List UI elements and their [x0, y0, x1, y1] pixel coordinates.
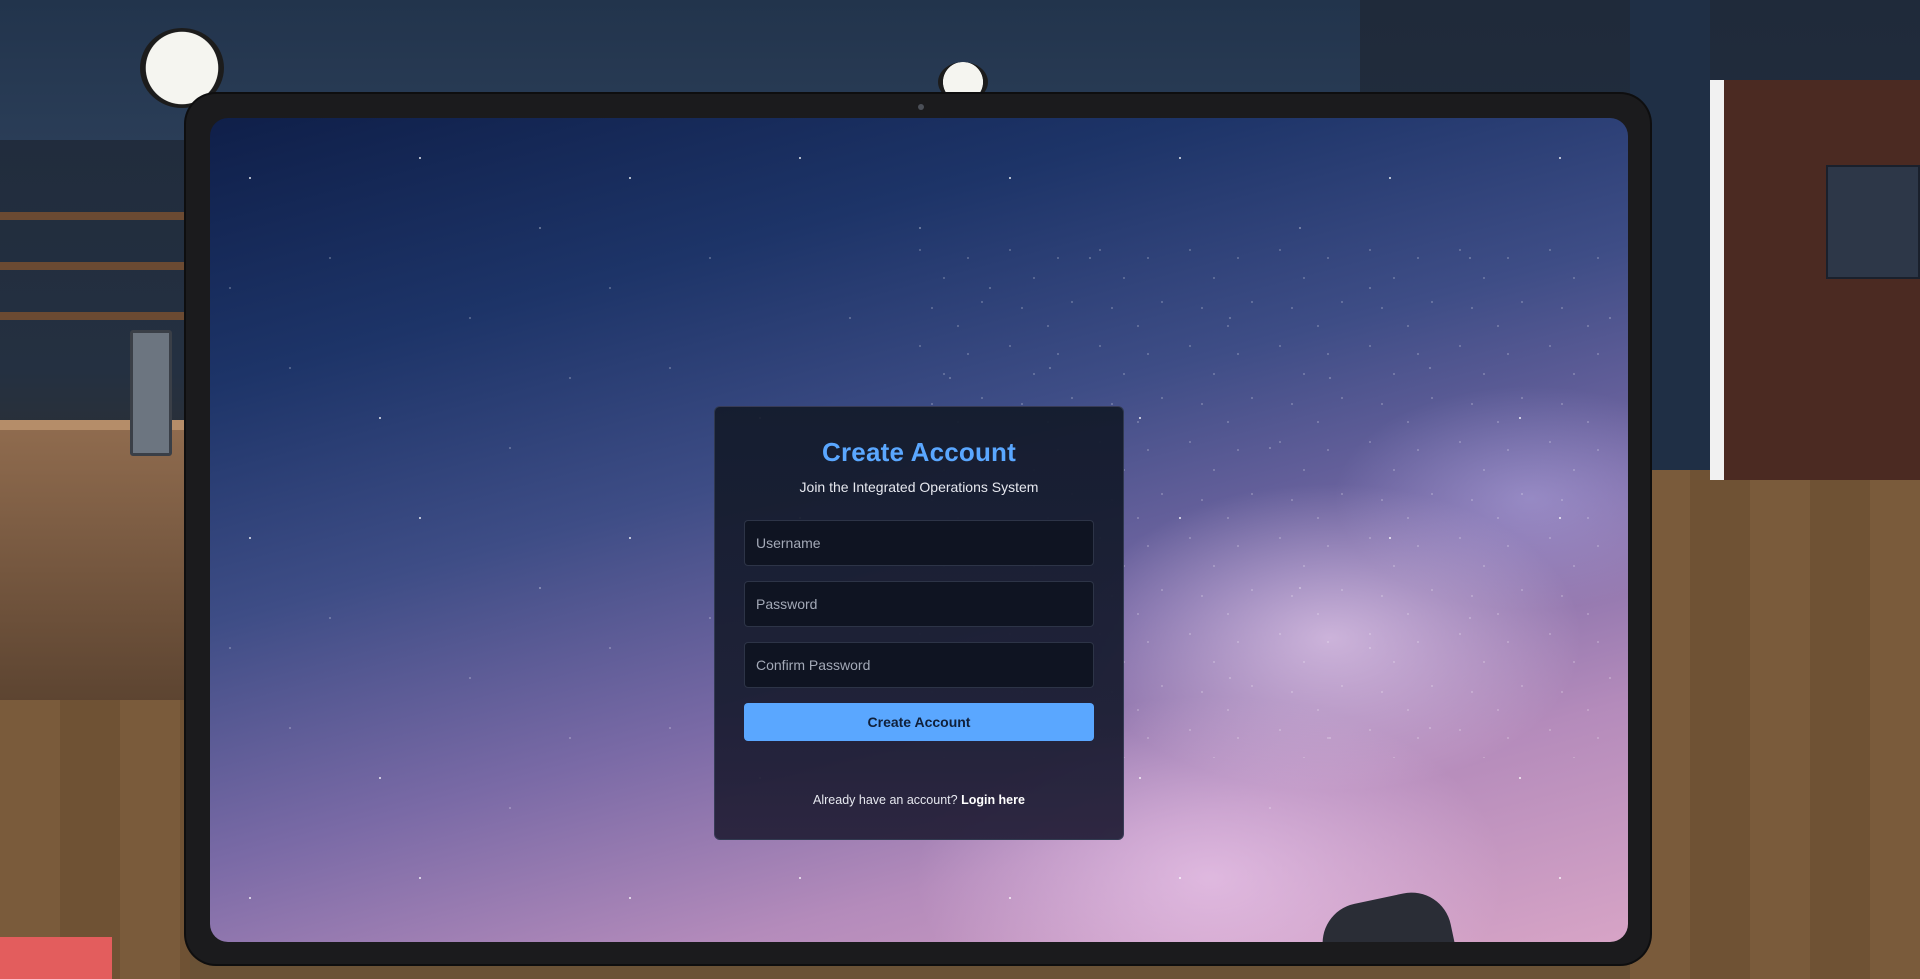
confirm-password-input[interactable]	[744, 642, 1094, 688]
wall-shelf	[0, 212, 185, 220]
wall-shelf	[0, 262, 185, 270]
login-prompt: Already have an account? Login here	[715, 793, 1123, 807]
password-input[interactable]	[744, 581, 1094, 627]
login-link[interactable]: Login here	[961, 793, 1025, 807]
page-subtitle: Join the Integrated Operations System	[799, 479, 1039, 495]
office-desk	[0, 420, 190, 710]
create-account-card: Create Account Join the Integrated Opera…	[714, 406, 1124, 840]
office-door	[1710, 80, 1920, 480]
create-account-button[interactable]: Create Account	[744, 703, 1094, 741]
wall-shelf	[0, 312, 185, 320]
sticky-note	[0, 937, 112, 979]
desk-monitor	[130, 330, 172, 456]
tablet-device: Create Account Join the Integrated Opera…	[186, 94, 1650, 964]
username-input[interactable]	[744, 520, 1094, 566]
wood-floor-right	[1630, 470, 1920, 979]
login-prompt-text: Already have an account?	[813, 793, 962, 807]
page-title: Create Account	[822, 437, 1016, 467]
door-window	[1826, 165, 1920, 279]
camera-dot	[918, 104, 924, 110]
tablet-screen: Create Account Join the Integrated Opera…	[210, 118, 1628, 942]
